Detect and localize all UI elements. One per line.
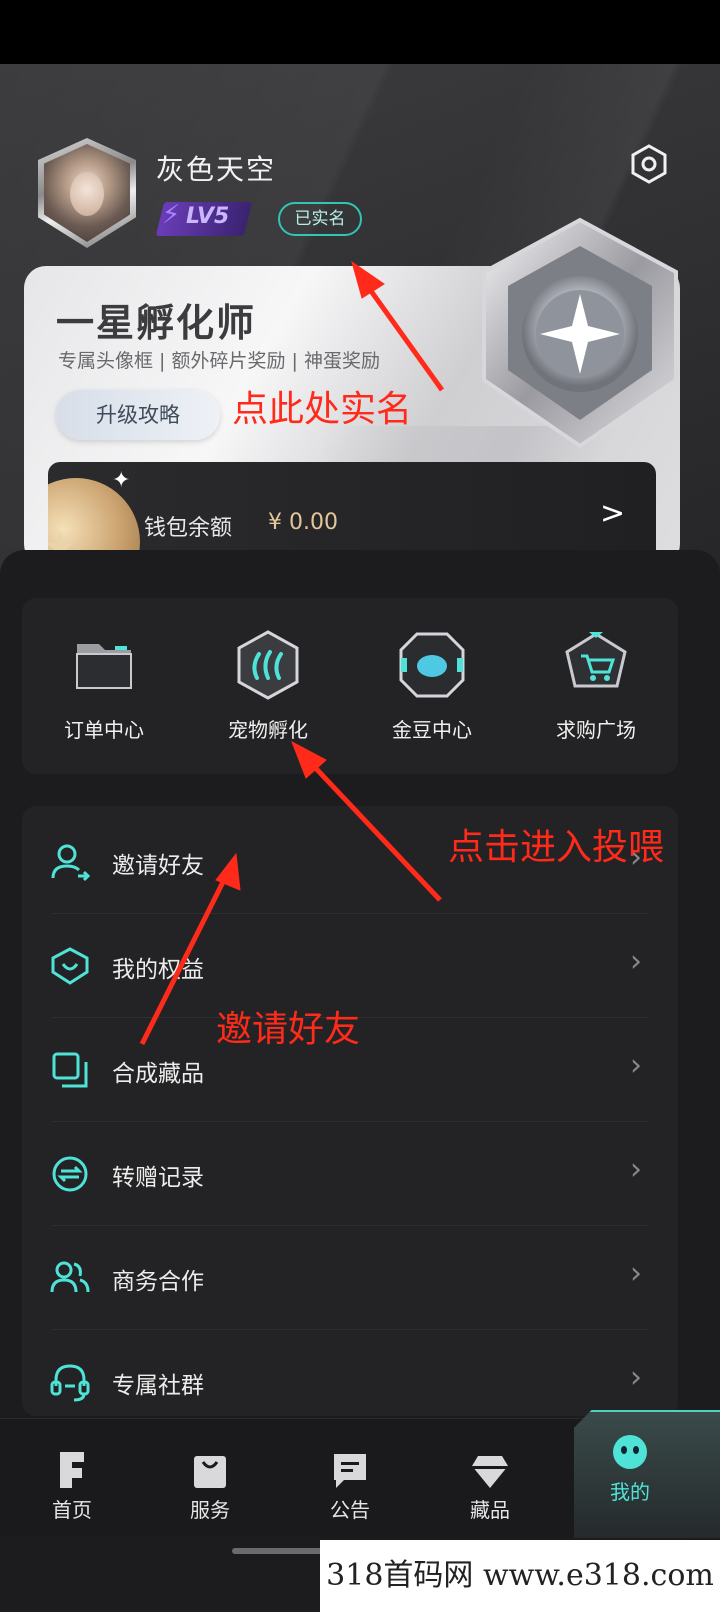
tab-label: 服务 xyxy=(190,1498,230,1522)
annotation-verify: 点此处实名 xyxy=(232,389,413,430)
cart-icon xyxy=(565,632,627,688)
wallet-amount: ¥ 0.00 xyxy=(268,510,338,535)
quick-action-market[interactable]: 求购广场 xyxy=(536,630,656,750)
quick-action-label: 求购广场 xyxy=(556,718,636,742)
menu-item-label: 转赠记录 xyxy=(112,1165,204,1191)
tab-collection[interactable]: 藏品 xyxy=(430,1450,550,1523)
quick-action-hatch[interactable]: 宠物孵化 xyxy=(208,630,328,750)
invite-user-icon xyxy=(51,844,90,882)
settings-icon[interactable] xyxy=(630,144,668,184)
tab-home[interactable]: 首页 xyxy=(12,1450,132,1523)
transfer-icon xyxy=(52,1156,88,1192)
wallet-label: 钱包余额 xyxy=(144,516,233,541)
annotation-invite: 邀请好友 xyxy=(216,1009,361,1050)
chevron-right-icon: › xyxy=(630,944,642,979)
headset-icon xyxy=(50,1364,90,1402)
menu-item-label: 商务合作 xyxy=(112,1269,204,1295)
lightning-icon: ⚡ xyxy=(162,200,181,230)
avatar-face xyxy=(70,172,104,216)
tab-service[interactable]: 服务 xyxy=(150,1450,270,1523)
tab-label: 公告 xyxy=(330,1498,370,1522)
avatar-image xyxy=(44,144,130,242)
rights-shield-icon xyxy=(51,947,89,985)
chevron-right-icon: › xyxy=(630,1048,642,1083)
watermark: 318首码网 www.e318.com xyxy=(320,1540,720,1612)
mascot-icon xyxy=(613,1435,647,1469)
menu-item-business[interactable]: 商务合作 › xyxy=(22,1226,678,1330)
sparkle-icon: ✦ xyxy=(112,468,131,493)
chevron-right-icon: › xyxy=(630,1360,642,1395)
menu-item-label: 我的权益 xyxy=(112,957,204,983)
level-title: 一星孵化师 xyxy=(56,301,257,345)
tab-label: 我的 xyxy=(610,1480,650,1504)
chevron-right-icon: › xyxy=(630,1256,642,1291)
tab-notice[interactable]: 公告 xyxy=(290,1450,410,1523)
quick-action-beans[interactable]: 金豆中心 xyxy=(372,630,492,750)
menu-item-label: 邀请好友 xyxy=(112,853,204,879)
tab-mine[interactable]: 我的 xyxy=(570,1432,690,1505)
menu-item-label: 合成藏品 xyxy=(112,1061,204,1087)
folder-icon xyxy=(76,644,132,689)
diamond-icon xyxy=(472,1456,508,1488)
upgrade-guide-button[interactable]: 升级攻略 xyxy=(56,390,220,440)
tab-label: 首页 xyxy=(52,1498,92,1522)
message-icon xyxy=(334,1454,366,1488)
bag-icon xyxy=(194,1456,226,1488)
quick-action-label: 订单中心 xyxy=(64,718,144,742)
level-badge: LV5 xyxy=(186,204,230,229)
home-f-icon xyxy=(60,1452,84,1488)
wallet-arrow-icon[interactable]: > xyxy=(600,496,625,531)
annotation-feed: 点击进入投喂 xyxy=(448,827,665,868)
quick-action-orders[interactable]: 订单中心 xyxy=(44,630,164,750)
users-icon xyxy=(50,1261,90,1293)
verified-badge[interactable]: 已实名 xyxy=(278,202,362,236)
chevron-right-icon: › xyxy=(630,1152,642,1187)
menu-item-label: 专属社群 xyxy=(112,1373,204,1399)
compose-icon xyxy=(52,1052,88,1088)
tab-label: 藏品 xyxy=(470,1498,510,1522)
level-medal-icon xyxy=(482,217,678,449)
menu-item-transfer-records[interactable]: 转赠记录 › xyxy=(22,1122,678,1226)
bean-icon xyxy=(399,632,465,698)
hatch-icon xyxy=(237,630,299,700)
username: 灰色天空 xyxy=(156,153,277,186)
level-perks: 专属头像框 | 额外碎片奖励 | 神蛋奖励 xyxy=(58,350,380,372)
status-bar xyxy=(0,0,720,64)
quick-action-label: 宠物孵化 xyxy=(228,718,308,742)
quick-action-label: 金豆中心 xyxy=(392,718,472,742)
